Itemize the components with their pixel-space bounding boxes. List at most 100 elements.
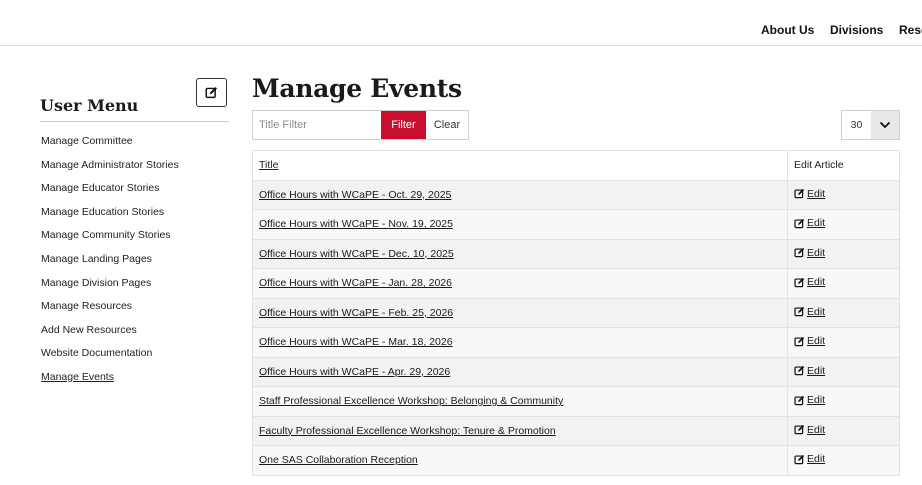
edit-square-icon [794, 277, 805, 287]
edit-cell: Edit [787, 327, 900, 358]
edit-link[interactable]: Edit [794, 188, 825, 200]
event-title-cell: Office Hours with WCaPE - Jan. 28, 2026 [252, 268, 788, 299]
event-title-link[interactable]: Office Hours with WCaPE - Feb. 25, 2026 [259, 307, 453, 319]
table-header-row: Title Edit Article [252, 150, 900, 181]
edit-square-icon [794, 188, 805, 199]
edit-cell: Edit [787, 445, 900, 476]
column-header-title[interactable]: Title [252, 150, 788, 181]
table-row: One SAS Collaboration Reception Edit [252, 445, 900, 476]
filter-bar: Filter Clear [252, 110, 469, 140]
edit-cell: Edit [787, 238, 900, 269]
event-title-link[interactable]: Office Hours with WCaPE - Jan. 28, 2026 [259, 277, 452, 289]
event-title-cell: Office Hours with WCaPE - Mar. 18, 2026 [252, 327, 788, 358]
edit-link[interactable]: Edit [794, 247, 825, 259]
table-row: Staff Professional Excellence Workshop: … [252, 386, 900, 417]
title-filter-input[interactable] [253, 111, 381, 139]
edit-cell: Edit [787, 179, 900, 210]
edit-link[interactable]: Edit [794, 424, 825, 436]
event-title-cell: Office Hours with WCaPE - Dec. 10, 2025 [252, 238, 788, 269]
top-nav: About Us Divisions Reso [0, 0, 922, 46]
event-title-cell: Office Hours with WCaPE - Nov. 19, 2025 [252, 209, 788, 240]
event-title-cell: Faculty Professional Excellence Workshop… [252, 415, 788, 446]
events-table-body: Office Hours with WCaPE - Oct. 29, 2025 E… [252, 179, 900, 476]
edit-square-icon [794, 218, 805, 228]
menu-item-manage-education-stories[interactable]: Manage Education Stories [41, 204, 179, 228]
event-title-link[interactable]: Staff Professional Excellence Workshop: … [259, 395, 563, 407]
nav-resources[interactable]: Reso [899, 23, 922, 37]
page-title: Manage Events [252, 74, 462, 103]
edit-link[interactable]: Edit [794, 365, 825, 377]
edit-square-icon [794, 247, 805, 258]
event-title-link[interactable]: Office Hours with WCaPE - Apr. 29, 2026 [259, 366, 450, 378]
edit-link-label: Edit [807, 423, 826, 436]
event-title-link[interactable]: Office Hours with WCaPE - Oct. 29, 2025 [259, 189, 451, 201]
sidebar-divider [40, 121, 229, 122]
edit-square-icon [794, 365, 805, 376]
edit-link[interactable]: Edit [794, 394, 825, 406]
menu-item-website-documentation[interactable]: Website Documentation [41, 345, 179, 369]
page-size-value: 30 [850, 119, 863, 131]
filter-button[interactable]: Filter [381, 111, 426, 139]
events-table: Title Edit Article Office Hours with WCa… [252, 150, 900, 476]
edit-link[interactable]: Edit [794, 276, 825, 288]
edit-square-icon [794, 306, 805, 317]
table-row: Office Hours with WCaPE - Nov. 19, 2025 E… [252, 209, 900, 240]
edit-square-icon [794, 336, 805, 346]
event-title-link[interactable]: Faculty Professional Excellence Workshop… [259, 425, 556, 437]
event-title-link[interactable]: Office Hours with WCaPE - Mar. 18, 2026 [259, 336, 453, 348]
page-size-toggle[interactable] [870, 111, 899, 139]
edit-square-icon [794, 454, 805, 464]
event-title-cell: Office Hours with WCaPE - Oct. 29, 2025 [252, 179, 788, 210]
menu-item-manage-events[interactable]: Manage Events [41, 369, 179, 393]
edit-menu-button[interactable] [196, 78, 227, 107]
edit-link-label: Edit [807, 187, 826, 200]
edit-link-label: Edit [807, 217, 826, 229]
event-title-link[interactable]: One SAS Collaboration Reception [259, 454, 418, 466]
user-menu: Manage Committee Manage Administrator St… [41, 133, 179, 393]
menu-item-manage-resources[interactable]: Manage Resources [41, 298, 179, 322]
table-row: Office Hours with WCaPE - Mar. 18, 2026 E… [252, 327, 900, 358]
edit-link[interactable]: Edit [794, 306, 825, 318]
edit-link-label: Edit [807, 335, 826, 347]
edit-link[interactable]: Edit [794, 335, 825, 347]
edit-link-label: Edit [807, 453, 826, 465]
edit-link-label: Edit [807, 364, 826, 377]
edit-square-icon [205, 86, 218, 99]
nav-divisions[interactable]: Divisions [830, 23, 883, 37]
menu-item-manage-community-stories[interactable]: Manage Community Stories [41, 227, 179, 251]
menu-item-manage-landing-pages[interactable]: Manage Landing Pages [41, 251, 179, 275]
menu-item-manage-division-pages[interactable]: Manage Division Pages [41, 275, 179, 299]
clear-button[interactable]: Clear [426, 111, 468, 139]
edit-cell: Edit [787, 209, 900, 240]
column-header-edit-article: Edit Article [787, 150, 900, 181]
edit-link[interactable]: Edit [794, 217, 825, 229]
edit-link-label: Edit [807, 276, 826, 288]
edit-link-label: Edit [807, 305, 826, 318]
menu-item-manage-administrator-stories[interactable]: Manage Administrator Stories [41, 157, 179, 181]
edit-cell: Edit [787, 268, 900, 299]
edit-square-icon [794, 424, 805, 435]
menu-item-manage-educator-stories[interactable]: Manage Educator Stories [41, 180, 179, 204]
table-row: Office Hours with WCaPE - Jan. 28, 2026 E… [252, 268, 900, 299]
table-row: Office Hours with WCaPE - Feb. 25, 2026 E… [252, 297, 900, 328]
table-row: Faculty Professional Excellence Workshop… [252, 415, 900, 446]
event-title-cell: Office Hours with WCaPE - Feb. 25, 2026 [252, 297, 788, 328]
edit-cell: Edit [787, 297, 900, 328]
nav-about-us[interactable]: About Us [761, 23, 814, 37]
event-title-link[interactable]: Office Hours with WCaPE - Dec. 10, 2025 [259, 248, 454, 260]
menu-item-manage-committee[interactable]: Manage Committee [41, 133, 179, 157]
table-row: Office Hours with WCaPE - Apr. 29, 2026 E… [252, 356, 900, 387]
page-size-select[interactable]: 30 [841, 110, 900, 140]
table-row: Office Hours with WCaPE - Dec. 10, 2025 E… [252, 238, 900, 269]
edit-link-label: Edit [807, 394, 826, 406]
sidebar-title: User Menu [40, 96, 139, 115]
menu-item-add-new-resources[interactable]: Add New Resources [41, 322, 179, 346]
event-title-cell: Office Hours with WCaPE - Apr. 29, 2026 [252, 356, 788, 387]
event-title-cell: One SAS Collaboration Reception [252, 445, 788, 476]
chevron-down-icon [879, 121, 891, 129]
edit-cell: Edit [787, 386, 900, 417]
table-row: Office Hours with WCaPE - Oct. 29, 2025 E… [252, 179, 900, 210]
event-title-link[interactable]: Office Hours with WCaPE - Nov. 19, 2025 [259, 218, 453, 230]
edit-link[interactable]: Edit [794, 453, 825, 465]
edit-cell: Edit [787, 415, 900, 446]
